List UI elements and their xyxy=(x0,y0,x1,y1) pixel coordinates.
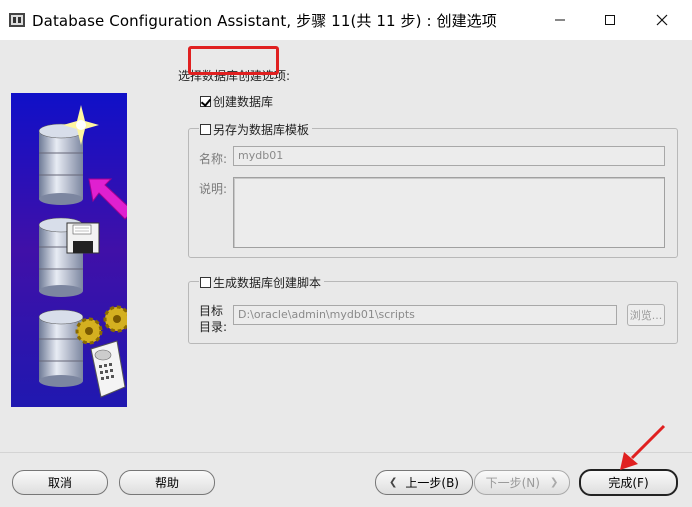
next-button-label: 下一步(N) xyxy=(485,476,540,490)
app-icon xyxy=(9,13,25,27)
destination-label-line1: 目标 xyxy=(199,304,224,318)
next-button[interactable]: 下一步(N) ❯ xyxy=(474,470,570,495)
destination-label-line2: 目录: xyxy=(199,320,228,334)
template-description-label: 说明: xyxy=(199,182,228,196)
cancel-button[interactable]: 取消 xyxy=(12,470,108,495)
create-database-label: 创建数据库 xyxy=(213,95,274,109)
chevron-left-icon: ❮ xyxy=(389,477,398,488)
template-name-input[interactable]: mydb01 xyxy=(233,146,665,166)
close-button[interactable] xyxy=(636,0,688,40)
chevron-right-icon: ❯ xyxy=(549,477,559,488)
minimize-icon xyxy=(555,19,565,21)
generate-scripts-checkbox[interactable]: 生成数据库创建脚本 xyxy=(199,274,325,291)
generate-scripts-label: 生成数据库创建脚本 xyxy=(213,276,322,290)
save-as-template-checkbox[interactable]: 另存为数据库模板 xyxy=(199,121,313,138)
maximize-button[interactable] xyxy=(584,0,636,40)
browse-button[interactable]: 浏览... xyxy=(627,304,665,326)
script-cylinder-icon xyxy=(38,309,84,387)
template-description-textarea[interactable] xyxy=(233,177,665,248)
create-database-checkbox[interactable]: 创建数据库 xyxy=(200,93,273,110)
annotation-arrow-icon xyxy=(620,424,666,470)
button-bar-separator xyxy=(0,452,692,453)
database-cylinder-icon xyxy=(38,123,84,205)
title-bar: Database Configuration Assistant, 步骤 11(… xyxy=(0,0,692,40)
template-name-label: 名称: xyxy=(199,152,228,166)
close-icon xyxy=(656,14,668,26)
minimize-button[interactable] xyxy=(534,0,586,40)
help-button[interactable]: 帮助 xyxy=(119,470,215,495)
generate-scripts-check-icon[interactable] xyxy=(200,277,211,288)
finish-button[interactable]: 完成(F) xyxy=(579,469,678,496)
maximize-icon xyxy=(605,15,615,25)
floppy-disk-icon xyxy=(66,222,100,254)
destination-directory-input[interactable]: D:\oracle\admin\mydb01\scripts xyxy=(233,305,617,325)
window-title: Database Configuration Assistant, 步骤 11(… xyxy=(32,12,497,30)
dialog-body xyxy=(0,40,692,507)
wizard-illustration xyxy=(11,93,127,407)
create-db-highlight xyxy=(188,46,279,75)
back-button-label: 上一步(B) xyxy=(405,476,459,490)
back-button[interactable]: ❮ 上一步(B) xyxy=(375,470,473,495)
save-as-template-check-icon[interactable] xyxy=(200,124,211,135)
save-as-template-label: 另存为数据库模板 xyxy=(213,123,310,137)
create-database-check-icon[interactable] xyxy=(200,96,211,107)
